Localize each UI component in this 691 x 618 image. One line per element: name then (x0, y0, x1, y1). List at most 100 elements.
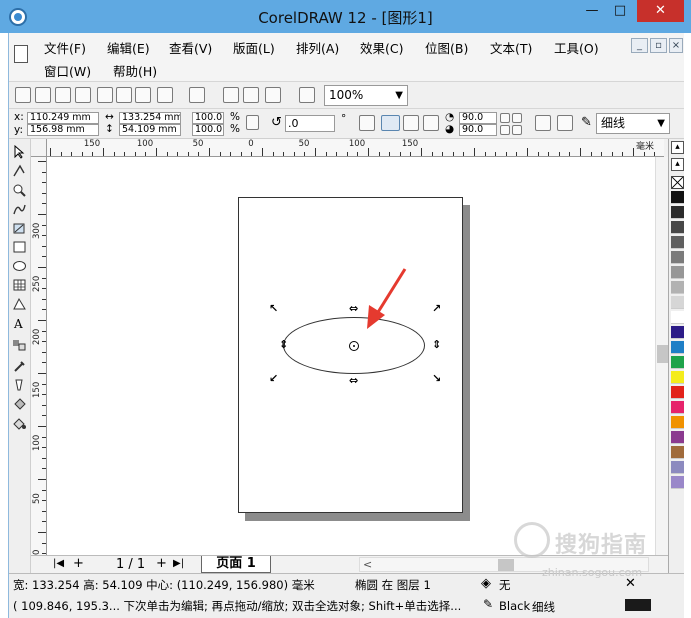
eyedropper-tool-icon[interactable] (12, 359, 27, 373)
color-swatch[interactable] (671, 341, 684, 354)
end-angle-field[interactable]: 90.0 (459, 124, 497, 136)
color-swatch[interactable] (671, 356, 684, 369)
copy-icon[interactable] (116, 87, 132, 103)
zoom-tool-icon[interactable] (12, 183, 27, 197)
rotate-handle-bottom-right[interactable]: ↘ (432, 373, 441, 384)
rotate-handle-bottom-left[interactable]: ↙ (269, 373, 278, 384)
menu-tools[interactable]: 工具(O) (554, 38, 599, 57)
color-swatch[interactable] (671, 311, 684, 324)
horizontal-scroll-thumb[interactable] (498, 559, 514, 571)
rotate-handle-top-left[interactable]: ↖ (269, 303, 278, 314)
skew-handle-left[interactable]: ⇕ (279, 339, 288, 350)
color-swatch[interactable] (671, 371, 684, 384)
color-swatch[interactable] (671, 296, 684, 309)
menu-layout[interactable]: 版面(L) (233, 38, 275, 57)
wrap-text-icon[interactable] (557, 115, 573, 131)
menu-text[interactable]: 文本(T) (490, 38, 532, 57)
menu-file[interactable]: 文件(F) (44, 38, 86, 57)
import-icon[interactable] (223, 87, 239, 103)
vertical-ruler[interactable]: 300 250 200 150 100 50 0 (31, 157, 47, 555)
graph-paper-tool-icon[interactable] (12, 278, 27, 292)
export-icon[interactable] (243, 87, 259, 103)
horizontal-ruler[interactable]: 150 100 50 0 50 100 150 毫米 (47, 139, 664, 157)
vertical-scrollbar[interactable] (655, 157, 668, 555)
document-icon[interactable] (14, 45, 28, 63)
scroll-left-icon[interactable]: < (363, 558, 372, 571)
rectangle-tool-icon[interactable] (12, 240, 27, 254)
drawing-canvas[interactable]: ↖ ⇔ ↗ ⇕ ⇕ ↙ ⇔ ↘ (47, 157, 655, 555)
page-tab[interactable]: 页面 1 (201, 556, 271, 573)
pick-tool-icon[interactable] (12, 144, 27, 159)
mirror-icon[interactable] (359, 115, 375, 131)
rotation-center-marker[interactable] (349, 341, 359, 351)
x-position-field[interactable]: 110.249 mm (27, 112, 99, 124)
menu-view[interactable]: 查看(V) (169, 38, 212, 57)
palette-scroll-up-icon[interactable]: ▴ (671, 158, 684, 171)
rotate-handle-top-right[interactable]: ↗ (432, 303, 441, 314)
color-swatch[interactable] (671, 476, 684, 489)
print-icon[interactable] (75, 87, 91, 103)
color-swatch[interactable] (671, 221, 684, 234)
palette-menu-icon[interactable]: ▴ (671, 141, 684, 154)
y-position-field[interactable]: 156.98 mm (27, 124, 99, 136)
open-icon[interactable] (35, 87, 51, 103)
color-swatch[interactable] (671, 236, 684, 249)
color-swatch[interactable] (671, 281, 684, 294)
menu-edit[interactable]: 编辑(E) (107, 38, 150, 57)
redo-icon[interactable] (189, 87, 205, 103)
spin-up-icon[interactable] (500, 113, 510, 123)
color-swatch[interactable] (671, 386, 684, 399)
document-minimize-button[interactable]: _ (631, 38, 648, 53)
menu-window[interactable]: 窗口(W) (44, 61, 91, 80)
first-page-button[interactable]: |◀ (53, 557, 64, 571)
document-close-button[interactable]: × (669, 38, 683, 53)
interactive-blend-tool-icon[interactable] (12, 338, 27, 352)
current-color-swatch[interactable] (625, 599, 651, 611)
outline-width-select[interactable]: 细线 ▼ (596, 113, 670, 134)
application-launcher-icon[interactable] (265, 87, 281, 103)
undo-icon[interactable] (157, 87, 173, 103)
paste-icon[interactable] (135, 87, 151, 103)
arc-shape-icon[interactable] (423, 115, 439, 131)
rotation-field[interactable]: .0 (285, 115, 335, 132)
no-color-swatch[interactable] (671, 176, 684, 189)
corel-online-icon[interactable] (299, 87, 315, 103)
document-restore-button[interactable]: ▫ (650, 38, 667, 53)
scale-x-field[interactable]: 100.0 (192, 112, 224, 124)
menu-bitmaps[interactable]: 位图(B) (425, 38, 468, 57)
last-page-button[interactable]: ▶| (173, 557, 184, 571)
add-page-before-button[interactable]: + (73, 557, 84, 571)
interactive-fill-tool-icon[interactable] (12, 416, 27, 430)
shape-tool-icon[interactable] (12, 164, 27, 178)
ellipse-tool-icon[interactable] (12, 259, 27, 273)
skew-handle-bottom[interactable]: ⇔ (349, 375, 358, 386)
smart-fill-tool-icon[interactable] (12, 221, 27, 235)
color-swatch[interactable] (671, 191, 684, 204)
text-tool-icon[interactable]: A (12, 316, 27, 331)
menu-help[interactable]: 帮助(H) (113, 61, 157, 80)
start-angle-field[interactable]: 90.0 (459, 112, 497, 124)
cut-icon[interactable] (97, 87, 113, 103)
scale-y-field[interactable]: 100.0 (192, 124, 224, 136)
width-field[interactable]: 133.254 mm (119, 112, 181, 124)
pie-shape-icon[interactable] (403, 115, 419, 131)
vertical-scroll-thumb[interactable] (657, 345, 668, 363)
color-swatch[interactable] (671, 266, 684, 279)
color-swatch[interactable] (671, 401, 684, 414)
color-swatch[interactable] (671, 416, 684, 429)
new-document-icon[interactable] (15, 87, 31, 103)
outline-tool-icon[interactable] (12, 378, 27, 392)
spin-down-icon[interactable] (500, 125, 510, 135)
spin-down-icon-2[interactable] (512, 125, 522, 135)
add-page-after-button[interactable]: + (156, 557, 167, 571)
color-swatch[interactable] (671, 446, 684, 459)
zoom-level-select[interactable]: 100% ▼ (324, 85, 408, 106)
height-field[interactable]: 54.109 mm (119, 124, 181, 136)
maximize-button[interactable]: □ (606, 0, 634, 22)
basic-shapes-tool-icon[interactable] (12, 297, 27, 311)
save-icon[interactable] (55, 87, 71, 103)
skew-handle-right[interactable]: ⇕ (432, 339, 441, 350)
freehand-tool-icon[interactable] (12, 202, 27, 216)
ellipse-shape-icon[interactable] (381, 115, 400, 131)
ruler-origin[interactable] (31, 139, 47, 157)
